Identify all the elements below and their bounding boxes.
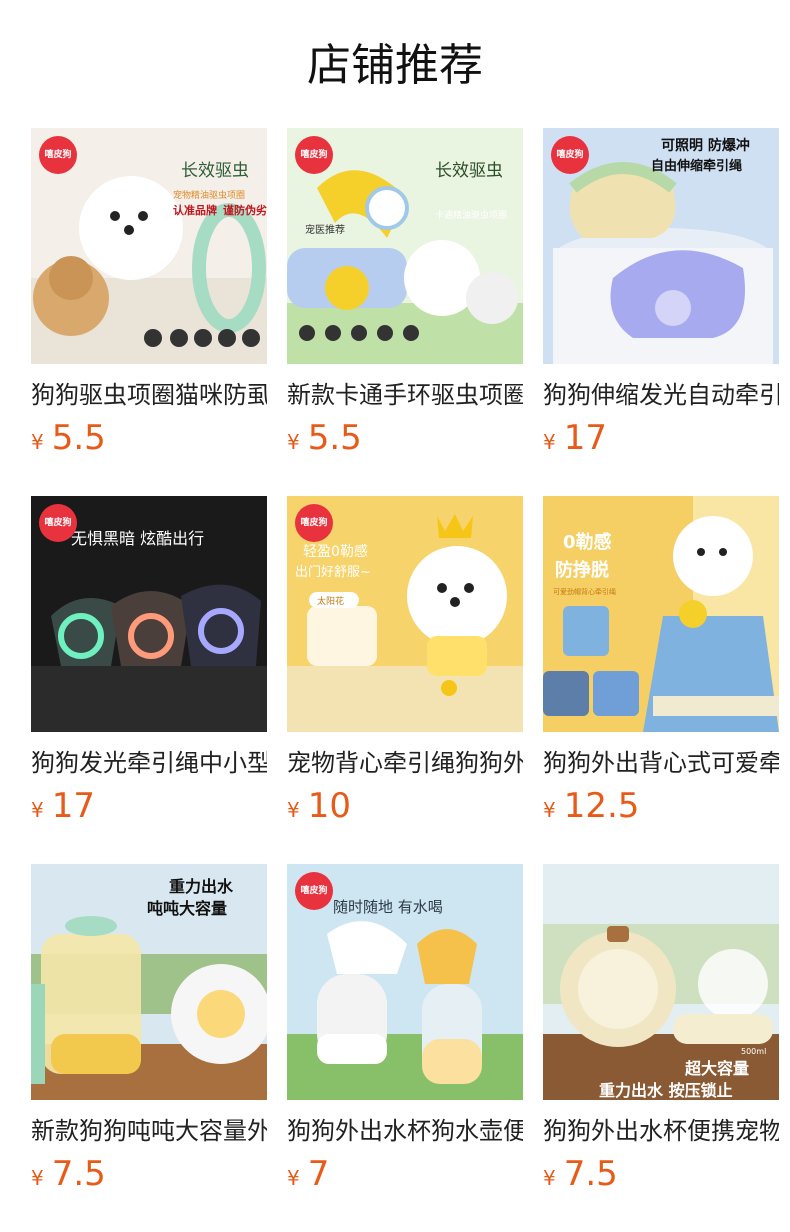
price-value: 17 — [563, 418, 607, 458]
product-name[interactable]: 狗狗驱虫项圈猫咪防虱 — [31, 378, 267, 412]
product-card[interactable]: 重力出水 吨吨大容量 新款狗狗吨吨大容量外 ¥ 7.5 — [31, 864, 267, 1232]
product-image[interactable]: 轻盈0勒感 出门好舒服~ 太阳花 嘻皮狗 — [287, 496, 523, 732]
product-card[interactable]: 无惧黑暗 炫酷出行 嘻皮狗 狗狗发光牵引绳中小型 ¥ 17 — [31, 496, 267, 864]
product-image[interactable]: 长效驱虫 卡通精油驱虫项圈 宠医推荐 嘻皮狗 — [287, 128, 523, 364]
product-price: ¥ 7 — [287, 1154, 523, 1198]
brand-logo: 嘻皮狗 — [295, 504, 333, 542]
currency-symbol: ¥ — [543, 1166, 556, 1190]
price-value: 5.5 — [307, 418, 362, 458]
currency-symbol: ¥ — [543, 430, 556, 454]
product-price: ¥ 17 — [543, 418, 779, 462]
currency-symbol: ¥ — [543, 798, 556, 822]
svg-text:随时随地 有水喝: 随时随地 有水喝 — [333, 898, 443, 916]
product-name[interactable]: 狗狗外出水杯便携宠物 — [543, 1114, 779, 1148]
product-name[interactable]: 新款卡通手环驱虫项圈 — [287, 378, 523, 412]
svg-text:轻盈0勒感: 轻盈0勒感 — [303, 543, 368, 560]
svg-text:卡通精油驱虫项圈: 卡通精油驱虫项圈 — [435, 209, 507, 221]
product-image[interactable]: 超大容量 重力出水 按压锁止 500ml — [543, 864, 779, 1100]
svg-text:防挣脱: 防挣脱 — [555, 559, 609, 581]
product-card[interactable]: 轻盈0勒感 出门好舒服~ 太阳花 嘻皮狗 宠物背心牵引绳狗狗外 ¥ 10 — [287, 496, 523, 864]
product-image-art: 重力出水 吨吨大容量 — [31, 864, 267, 1100]
price-value: 7.5 — [51, 1154, 106, 1194]
product-price: ¥ 10 — [287, 786, 523, 830]
currency-symbol: ¥ — [31, 1166, 44, 1190]
product-card[interactable]: 长效驱虫 宠物精油驱虫项圈 认准品牌 谨防伪劣 嘻皮狗 狗狗驱虫项圈猫咪防虱 ¥… — [31, 128, 267, 496]
product-price: ¥ 5.5 — [287, 418, 523, 462]
currency-symbol: ¥ — [31, 430, 44, 454]
product-name[interactable]: 狗狗外出背心式可爱牵 — [543, 746, 779, 780]
product-price: ¥ 5.5 — [31, 418, 267, 462]
product-price: ¥ 12.5 — [543, 786, 779, 830]
svg-text:重力出水: 重力出水 — [169, 877, 234, 896]
svg-text:0勒感: 0勒感 — [563, 531, 612, 553]
product-image[interactable]: 可照明 防爆冲 自由伸缩牵引绳 嘻皮狗 — [543, 128, 779, 364]
currency-symbol: ¥ — [287, 1166, 300, 1190]
price-value: 7 — [307, 1154, 330, 1194]
product-name[interactable]: 狗狗伸缩发光自动牵引 — [543, 378, 779, 412]
svg-text:500ml: 500ml — [741, 1047, 766, 1056]
svg-text:宠医推荐: 宠医推荐 — [305, 223, 345, 236]
product-image-art: 0勒感 防挣脱 可爱劲帽背心牵引绳 — [543, 496, 779, 732]
svg-text:可爱劲帽背心牵引绳: 可爱劲帽背心牵引绳 — [553, 587, 616, 596]
price-value: 5.5 — [51, 418, 106, 458]
svg-text:长效驱虫: 长效驱虫 — [435, 161, 503, 181]
img-text: 长效驱虫 — [181, 161, 249, 181]
product-card[interactable]: 可照明 防爆冲 自由伸缩牵引绳 嘻皮狗 狗狗伸缩发光自动牵引 ¥ 17 — [543, 128, 779, 496]
product-image-art: 超大容量 重力出水 按压锁止 500ml — [543, 864, 779, 1100]
product-card[interactable]: 长效驱虫 卡通精油驱虫项圈 宠医推荐 嘻皮狗 新款卡通手环驱虫项圈 ¥ 5.5 — [287, 128, 523, 496]
currency-symbol: ¥ — [31, 798, 44, 822]
product-name[interactable]: 狗狗发光牵引绳中小型 — [31, 746, 267, 780]
svg-text:宠物精油驱虫项圈: 宠物精油驱虫项圈 — [173, 189, 245, 201]
price-value: 7.5 — [563, 1154, 618, 1194]
svg-text:吨吨大容量: 吨吨大容量 — [147, 899, 227, 918]
product-name[interactable]: 新款狗狗吨吨大容量外 — [31, 1114, 267, 1148]
svg-text:超大容量: 超大容量 — [684, 1059, 749, 1078]
product-image[interactable]: 长效驱虫 宠物精油驱虫项圈 认准品牌 谨防伪劣 嘻皮狗 — [31, 128, 267, 364]
brand-logo: 嘻皮狗 — [295, 872, 333, 910]
currency-symbol: ¥ — [287, 430, 300, 454]
product-image[interactable]: 无惧黑暗 炫酷出行 嘻皮狗 — [31, 496, 267, 732]
brand-logo: 嘻皮狗 — [39, 504, 77, 542]
product-card[interactable]: 随时随地 有水喝 嘻皮狗 狗狗外出水杯狗水壶便 ¥ 7 — [287, 864, 523, 1232]
product-image[interactable]: 随时随地 有水喝 嘻皮狗 — [287, 864, 523, 1100]
page-title: 店铺推荐 — [307, 40, 483, 91]
price-value: 12.5 — [563, 786, 640, 826]
svg-text:谨防伪劣: 谨防伪劣 — [223, 203, 267, 217]
brand-logo: 嘻皮狗 — [39, 136, 77, 174]
product-card[interactable]: 超大容量 重力出水 按压锁止 500ml 狗狗外出水杯便携宠物 ¥ 7.5 — [543, 864, 779, 1232]
brand-logo: 嘻皮狗 — [551, 136, 589, 174]
product-price: ¥ 7.5 — [31, 1154, 267, 1198]
product-image[interactable]: 重力出水 吨吨大容量 — [31, 864, 267, 1100]
product-card[interactable]: 0勒感 防挣脱 可爱劲帽背心牵引绳 狗狗外出背心式可爱牵 ¥ 12.5 — [543, 496, 779, 864]
product-grid: 长效驱虫 宠物精油驱虫项圈 认准品牌 谨防伪劣 嘻皮狗 狗狗驱虫项圈猫咪防虱 ¥… — [31, 128, 790, 1232]
svg-text:重力出水 按压锁止: 重力出水 按压锁止 — [599, 1081, 733, 1100]
svg-text:无惧黑暗 炫酷出行: 无惧黑暗 炫酷出行 — [71, 529, 204, 548]
product-price: ¥ 17 — [31, 786, 267, 830]
svg-text:太阳花: 太阳花 — [317, 595, 344, 607]
product-image[interactable]: 0勒感 防挣脱 可爱劲帽背心牵引绳 — [543, 496, 779, 732]
currency-symbol: ¥ — [287, 798, 300, 822]
product-name[interactable]: 宠物背心牵引绳狗狗外 — [287, 746, 523, 780]
product-price: ¥ 7.5 — [543, 1154, 779, 1198]
price-value: 10 — [307, 786, 351, 826]
price-value: 17 — [51, 786, 95, 826]
brand-logo: 嘻皮狗 — [295, 136, 333, 174]
svg-text:可照明 防爆冲: 可照明 防爆冲 — [661, 137, 750, 154]
svg-text:自由伸缩牵引绳: 自由伸缩牵引绳 — [651, 158, 742, 174]
svg-text:认准品牌: 认准品牌 — [173, 203, 217, 217]
svg-text:出门好舒服~: 出门好舒服~ — [295, 565, 371, 580]
product-name[interactable]: 狗狗外出水杯狗水壶便 — [287, 1114, 523, 1148]
